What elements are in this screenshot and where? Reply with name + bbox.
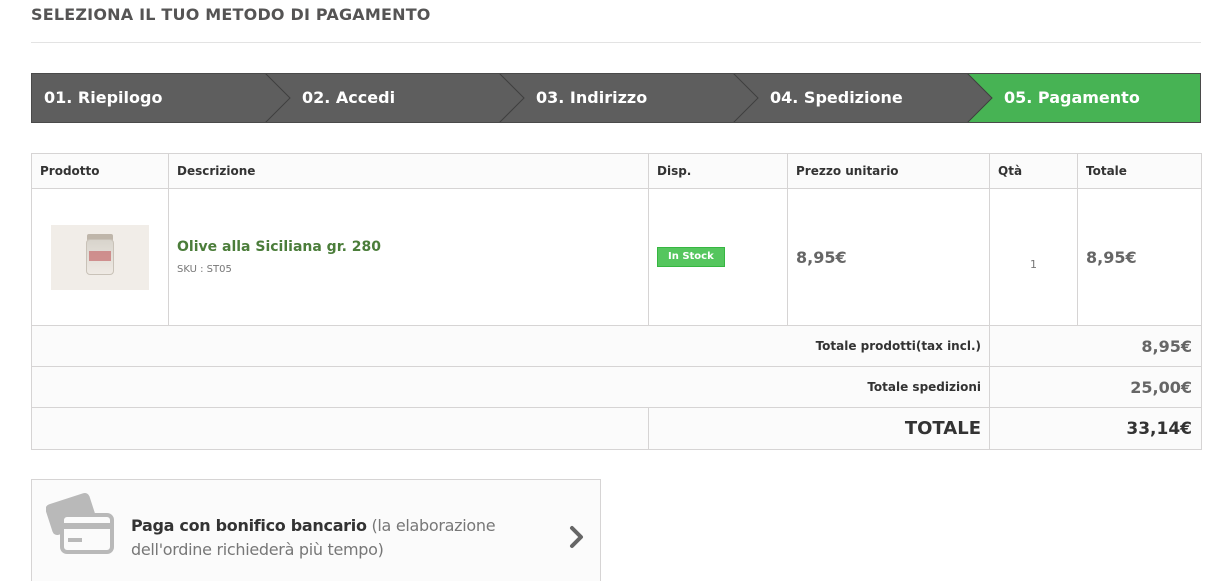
- title-divider: [31, 42, 1201, 43]
- product-sku: SKU : ST05: [177, 264, 232, 275]
- shipping-total-label: Totale spedizioni: [31, 366, 990, 408]
- payment-option-title: Paga con bonifico bancario: [131, 516, 367, 535]
- shipping-total-row: Totale spedizioni 25,00€: [31, 366, 1202, 408]
- grand-total-label: TOTALE: [648, 407, 990, 450]
- header-description: Descrizione: [168, 153, 649, 189]
- header-unit-price: Prezzo unitario: [787, 153, 990, 189]
- product-image-cell: [31, 188, 169, 326]
- grand-total-value: 33,14€: [989, 407, 1202, 450]
- header-total: Totale: [1077, 153, 1202, 189]
- line-total: 8,95€: [1077, 188, 1202, 326]
- product-jar-image[interactable]: [51, 224, 149, 290]
- grand-total-spacer: [31, 407, 649, 450]
- header-availability: Disp.: [648, 153, 788, 189]
- in-stock-badge: In Stock: [657, 247, 725, 267]
- quantity-value: 1: [989, 188, 1078, 326]
- step-accedi[interactable]: 02. Accedi: [302, 73, 395, 123]
- chevron-right-icon: [570, 526, 583, 548]
- grand-total-row: TOTALE 33,14€: [31, 407, 1202, 450]
- credit-card-icon: [46, 492, 114, 554]
- step-pagamento: 05. Pagamento: [1004, 88, 1140, 107]
- unit-price: 8,95€: [787, 188, 990, 326]
- header-quantity: Qtà: [989, 153, 1078, 189]
- step-indirizzo[interactable]: 03. Indirizzo: [536, 73, 647, 123]
- payment-option-text: Paga con bonifico bancario (la elaborazi…: [131, 514, 551, 562]
- checkout-steps: 01. Riepilogo 02. Accedi 03. Indirizzo 0…: [31, 73, 1201, 123]
- bank-transfer-payment-option[interactable]: Paga con bonifico bancario (la elaborazi…: [31, 479, 601, 581]
- step-spedizione[interactable]: 04. Spedizione: [770, 73, 903, 123]
- header-product: Prodotto: [31, 153, 169, 189]
- table-header-row: Prodotto Descrizione Disp. Prezzo unitar…: [31, 153, 1202, 189]
- products-total-value: 8,95€: [989, 325, 1202, 367]
- step-riepilogo[interactable]: 01. Riepilogo: [44, 73, 162, 123]
- shipping-total-value: 25,00€: [989, 366, 1202, 408]
- products-total-label: Totale prodotti(tax incl.): [31, 325, 990, 367]
- availability-cell: In Stock: [648, 188, 788, 326]
- product-name-link[interactable]: Olive alla Siciliana gr. 280: [177, 239, 648, 255]
- cart-summary-table: Prodotto Descrizione Disp. Prezzo unitar…: [31, 153, 1202, 450]
- products-total-row: Totale prodotti(tax incl.) 8,95€: [31, 325, 1202, 367]
- product-description-cell: Olive alla Siciliana gr. 280 SKU : ST05: [168, 188, 649, 326]
- page-title: SELEZIONA IL TUO METODO DI PAGAMENTO: [31, 5, 431, 24]
- table-row: Olive alla Siciliana gr. 280 SKU : ST05 …: [31, 188, 1202, 326]
